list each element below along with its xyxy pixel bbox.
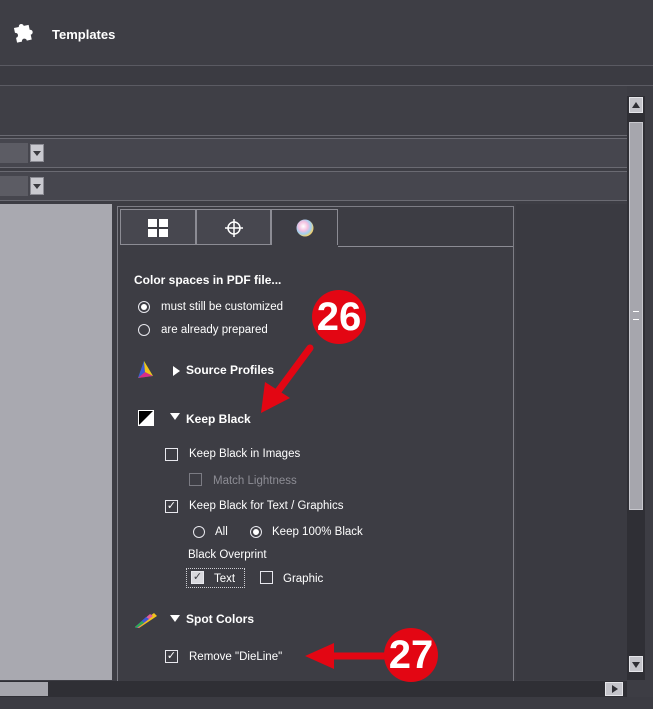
callout-27: 27 (384, 628, 438, 682)
callout-arrows (261, 344, 390, 669)
callout-26: 26 (312, 290, 366, 344)
